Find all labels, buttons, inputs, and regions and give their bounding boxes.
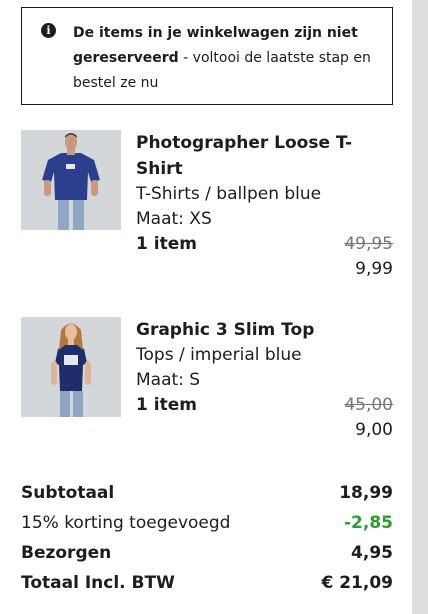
discount-label: 15% korting toegevoegd (21, 513, 231, 533)
discount-value: -2,85 (344, 513, 393, 533)
notice-text: De items in je winkelwagen zijn niet ger… (73, 21, 382, 96)
quantity-price-row: 1 item 45,00 (136, 393, 393, 418)
sale-price: 9,99 (355, 259, 393, 279)
product-name[interactable]: Graphic 3 Slim Top (136, 317, 393, 343)
product-info: Photographer Loose T-Shirt T-Shirts / ba… (136, 130, 393, 282)
order-totals: Subtotaal 18,99 15% korting toegevoegd -… (21, 478, 393, 598)
info-icon: i (41, 23, 56, 38)
subtotal-row: Subtotaal 18,99 (21, 478, 393, 508)
subtotal-value: 18,99 (339, 483, 393, 503)
quantity-price-row: 1 item 49,95 (136, 232, 393, 257)
product-info: Graphic 3 Slim Top Tops / imperial blue … (136, 317, 393, 443)
cart-item: Photographer Loose T-Shirt T-Shirts / ba… (21, 130, 393, 290)
product-photo-top (21, 317, 121, 417)
product-name[interactable]: Photographer Loose T-Shirt (136, 130, 393, 182)
reservation-notice: i De items in je winkelwagen zijn niet g… (21, 7, 393, 105)
subtotal-label: Subtotaal (21, 483, 115, 503)
original-price: 49,95 (344, 234, 393, 254)
product-quantity: 1 item (136, 234, 197, 254)
scrollbar-track[interactable] (412, 0, 428, 614)
product-size: Maat: XS (136, 209, 212, 229)
product-category: T-Shirts / ballpen blue (136, 184, 322, 204)
product-image[interactable] (21, 317, 121, 417)
total-label: Totaal Incl. BTW (21, 573, 175, 593)
sale-price: 9,00 (355, 420, 393, 440)
shipping-row: Bezorgen 4,95 (21, 538, 393, 568)
discount-row: 15% korting toegevoegd -2,85 (21, 508, 393, 538)
shipping-value: 4,95 (351, 543, 393, 563)
product-image[interactable] (21, 130, 121, 230)
original-price: 45,00 (344, 395, 393, 415)
product-quantity: 1 item (136, 395, 197, 415)
total-value: € 21,09 (321, 573, 393, 593)
cart-item: Graphic 3 Slim Top Tops / imperial blue … (21, 317, 393, 457)
product-photo-tshirt (21, 130, 121, 230)
total-row: Totaal Incl. BTW € 21,09 (21, 568, 393, 598)
product-size: Maat: S (136, 370, 201, 390)
product-category: Tops / imperial blue (136, 345, 302, 365)
shipping-label: Bezorgen (21, 543, 112, 563)
